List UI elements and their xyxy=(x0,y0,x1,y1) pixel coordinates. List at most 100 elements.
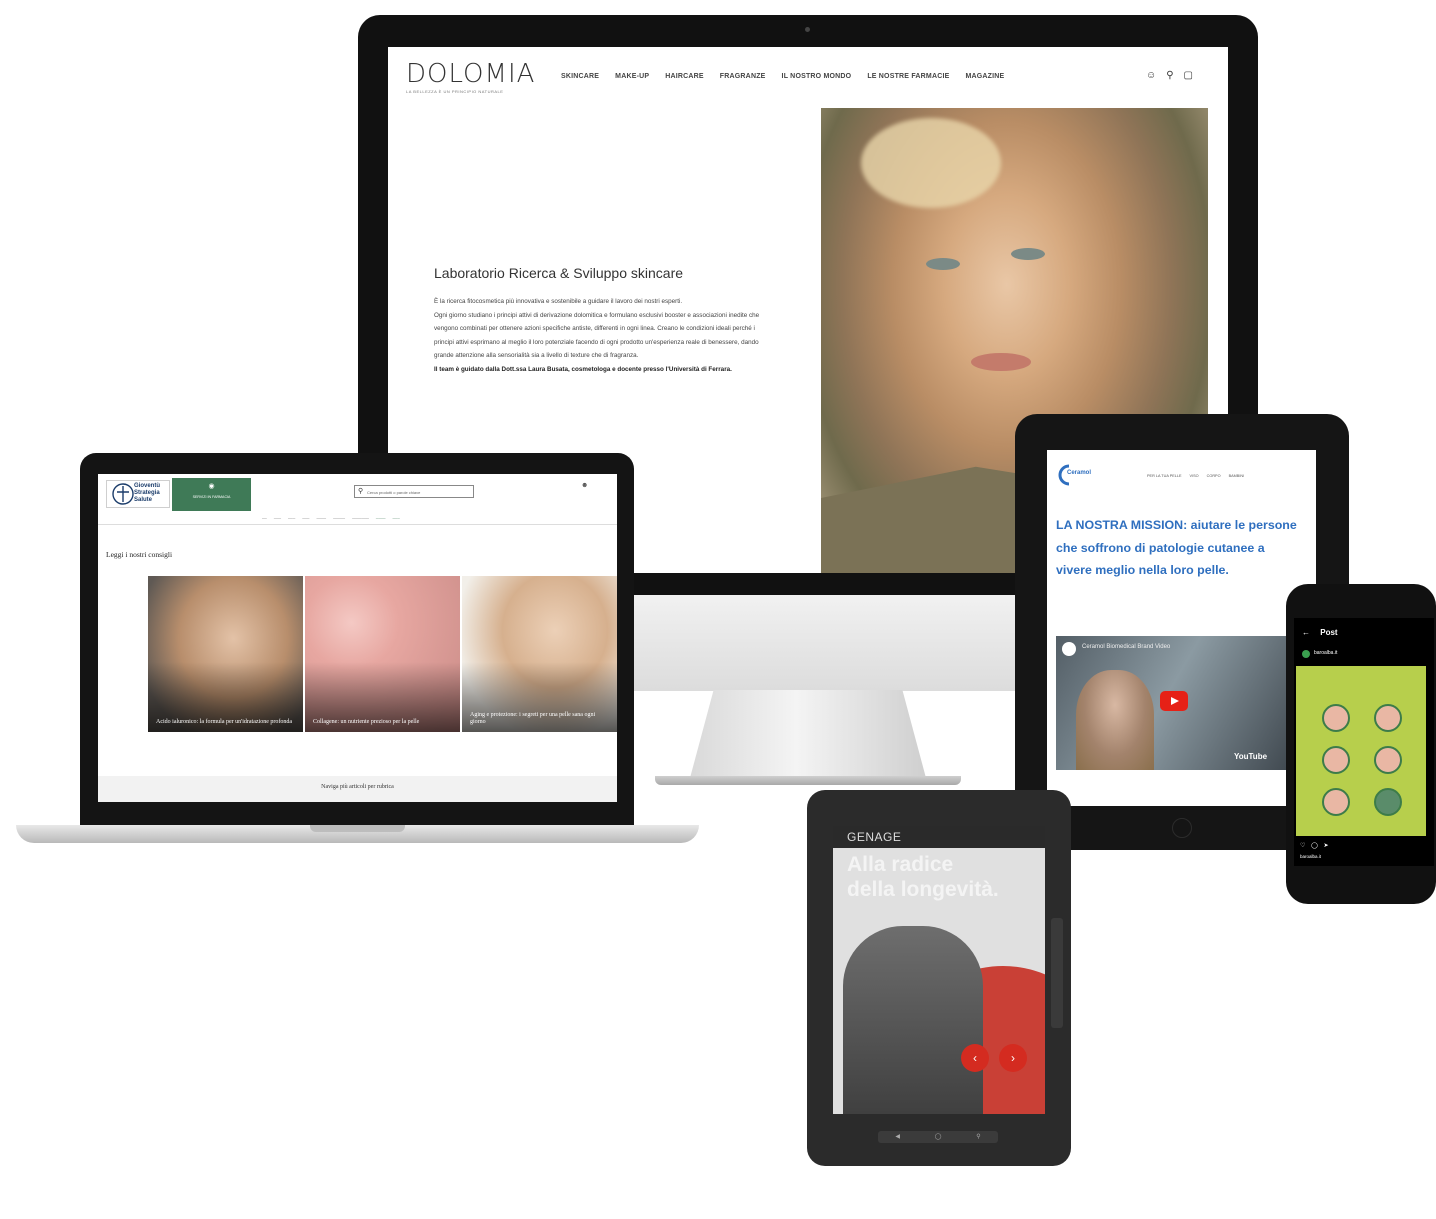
pharmacy-website: Gioventù Strategia Salute ◉ SERVIZI IN F… xyxy=(98,474,617,802)
pharmacy-emblem-icon xyxy=(112,483,134,505)
more-articles-link[interactable]: Naviga più articoli per rubrica xyxy=(98,784,617,790)
ceramol-nav-item[interactable]: PER LA TUA PELLE xyxy=(1147,474,1182,478)
article-card-caption: Collagene: un nutriente prezioso per la … xyxy=(313,719,420,725)
play-button[interactable] xyxy=(1160,691,1188,711)
dolomia-tagline: LA BELLEZZA È UN PRINCIPIO NATURALE xyxy=(406,89,504,94)
pharmacy-services-label: SERVIZI IN FARMACIA xyxy=(192,495,231,499)
post-header-label: Post xyxy=(1320,628,1338,637)
carousel-next-button[interactable]: › xyxy=(999,1044,1027,1072)
hero-eye-left xyxy=(926,258,960,270)
instagram-post-screen: ← Post baroalba.it ♡ ◯ ➤ baroalba.it xyxy=(1294,618,1434,866)
ceramol-nav-item[interactable]: VISO xyxy=(1190,474,1199,478)
dolomia-header-icons: ☺ ⚲ ▢ xyxy=(1146,70,1193,81)
post-illustration-face xyxy=(1374,788,1402,816)
ceramol-video-player[interactable]: Ceramol Biomedical Brand Video YouTube xyxy=(1056,636,1301,770)
home-icon[interactable]: ◯ xyxy=(935,1131,942,1143)
post-illustration-face xyxy=(1322,788,1350,816)
ereader-nav-bar: ◀ ◯ ⚲ xyxy=(878,1131,998,1143)
ceramol-nav-item[interactable]: BAMBINI xyxy=(1229,474,1245,478)
nav-item-il-nostro-mondo[interactable]: IL NOSTRO MONDO xyxy=(782,73,852,80)
hero-hair xyxy=(861,118,1001,208)
location-pin-icon: ◉ xyxy=(208,483,215,490)
articles-section-title: Leggi i nostri consigli xyxy=(106,550,173,559)
article-card[interactable]: Collagene: un nutriente prezioso per la … xyxy=(305,576,460,732)
like-icon[interactable]: ♡ xyxy=(1300,843,1305,849)
genage-headline: Alla radice della longevità. xyxy=(847,852,999,902)
post-illustration-face xyxy=(1374,746,1402,774)
category-nav-item-highlight[interactable]: ──── xyxy=(376,517,386,521)
article-card[interactable]: Aging e protezione: i segreti per una pe… xyxy=(462,576,617,732)
category-nav-item[interactable]: ── xyxy=(262,517,267,521)
category-nav-item[interactable]: ──── xyxy=(316,517,326,521)
play-icon xyxy=(1171,697,1179,705)
ceramol-nav-item[interactable]: CORPO xyxy=(1207,474,1221,478)
pharmacy-logo-text: Gioventù Strategia Salute xyxy=(134,483,161,503)
article-card-caption: Aging e protezione: i segreti per una pe… xyxy=(470,712,596,725)
pharmacy-search-input[interactable]: Cerca prodotti o parole chiave xyxy=(354,485,474,498)
ereader-side-buttons xyxy=(1051,918,1063,1028)
back-arrow-icon[interactable]: ← xyxy=(1302,628,1310,637)
post-header: ← Post xyxy=(1302,628,1338,637)
ceramol-website: Ceramol PER LA TUA PELLE VISO CORPO BAMB… xyxy=(1047,450,1316,806)
cart-icon[interactable]: ▢ xyxy=(1184,70,1193,81)
account-name[interactable]: baroalba.it xyxy=(1314,650,1337,656)
lab-description: È la ricerca fitocosmetica più innovativ… xyxy=(434,295,764,376)
post-image[interactable] xyxy=(1296,666,1426,836)
category-nav-item-highlight[interactable]: ─── xyxy=(393,517,400,521)
search-icon[interactable]: ⚲ xyxy=(1166,70,1173,81)
category-nav-item[interactable]: ─── xyxy=(274,517,281,521)
hero-person-image xyxy=(843,926,983,1114)
back-icon[interactable]: ◀ xyxy=(895,1131,900,1143)
category-nav-item[interactable]: ─── xyxy=(302,517,309,521)
lab-paragraph-3: Il team è guidato dalla Dott.ssa Laura B… xyxy=(434,365,732,373)
account-icon[interactable]: ☻ xyxy=(581,482,588,489)
post-caption-account: baroalba.it xyxy=(1300,854,1322,859)
nav-item-le-nostre-farmacie[interactable]: LE NOSTRE FARMACIE xyxy=(867,73,949,80)
nav-divider xyxy=(98,524,617,525)
laptop-lid-notch xyxy=(310,825,405,832)
nav-item-skincare[interactable]: SKINCARE xyxy=(561,73,599,80)
dolomia-main-nav: SKINCARE MAKE-UP HAIRCARE FRAGRANZE IL N… xyxy=(561,73,1004,80)
category-nav-item[interactable]: ─── xyxy=(288,517,295,521)
post-illustration-face xyxy=(1322,746,1350,774)
youtube-logo[interactable]: YouTube xyxy=(1234,752,1267,761)
pharmacy-category-nav: ── ─── ─── ─── ──── ───── ─────── ──── ─… xyxy=(262,517,400,521)
post-illustration-face xyxy=(1322,704,1350,732)
dolomia-logo[interactable]: DOLOMIA xyxy=(406,59,535,89)
video-title[interactable]: Ceramol Biomedical Brand Video xyxy=(1082,644,1170,650)
search-icon[interactable]: ⚲ xyxy=(976,1131,980,1143)
article-card[interactable]: Acido ialuronico: la formula per un'idra… xyxy=(148,576,303,732)
hero-lips xyxy=(971,353,1031,371)
hero-eye-right xyxy=(1011,248,1045,260)
nav-item-magazine[interactable]: MAGAZINE xyxy=(965,73,1004,80)
desktop-monitor-foot xyxy=(655,776,961,785)
channel-avatar[interactable] xyxy=(1062,642,1076,656)
headline-line-2: della longevità. xyxy=(847,878,999,901)
ceramol-mission-heading: LA NOSTRA MISSION: aiutare le persone ch… xyxy=(1056,518,1297,577)
post-actions: ♡ ◯ ➤ xyxy=(1300,842,1328,849)
ceramol-nav: PER LA TUA PELLE VISO CORPO BAMBINI xyxy=(1147,474,1244,478)
headline-line-1: Alla radice xyxy=(847,853,954,876)
comment-icon[interactable]: ◯ xyxy=(1311,843,1318,849)
genage-website: GENAGE Alla radice della longevità. ‹ › xyxy=(833,826,1045,1114)
video-thumbnail-face xyxy=(1076,670,1154,770)
nav-item-make-up[interactable]: MAKE-UP xyxy=(615,73,649,80)
pharmacy-services-button[interactable]: ◉ SERVIZI IN FARMACIA xyxy=(172,478,251,511)
tablet-home-button xyxy=(1172,818,1192,838)
account-avatar[interactable] xyxy=(1302,650,1310,658)
search-icon[interactable]: ⚲ xyxy=(358,487,363,495)
post-illustration-face xyxy=(1374,704,1402,732)
nav-item-fragranze[interactable]: FRAGRANZE xyxy=(720,73,766,80)
category-nav-item[interactable]: ─────── xyxy=(352,517,369,521)
article-card-caption: Acido ialuronico: la formula per un'idra… xyxy=(156,719,293,725)
user-icon[interactable]: ☺ xyxy=(1146,70,1156,81)
category-nav-item[interactable]: ───── xyxy=(333,517,345,521)
ceramol-logo-text: Ceramol xyxy=(1067,470,1092,476)
nav-item-haircare[interactable]: HAIRCARE xyxy=(665,73,704,80)
lab-paragraph-1: È la ricerca fitocosmetica più innovativ… xyxy=(434,298,683,305)
lab-paragraph-2: Ogni giorno studiano i principi attivi d… xyxy=(434,311,760,360)
carousel-prev-button[interactable]: ‹ xyxy=(961,1044,989,1072)
lab-heading: Laboratorio Ricerca & Sviluppo skincare xyxy=(434,265,684,281)
genage-logo[interactable]: GENAGE xyxy=(847,830,901,844)
share-icon[interactable]: ➤ xyxy=(1323,843,1328,849)
